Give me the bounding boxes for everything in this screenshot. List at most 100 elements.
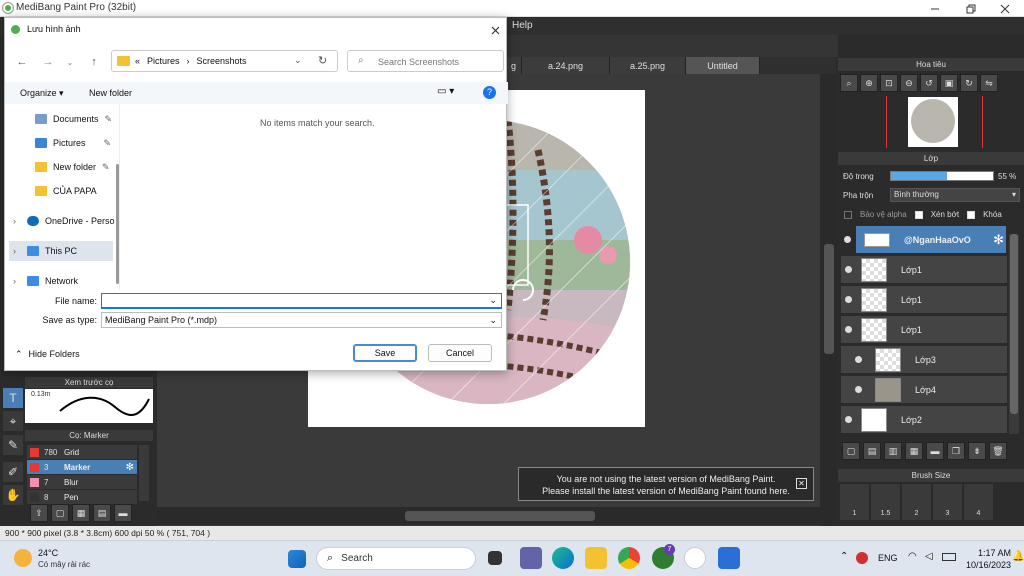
add-brush-icon[interactable]: ▦ [72, 504, 90, 522]
navigator-preview[interactable] [838, 96, 1024, 148]
back-arrow-icon[interactable]: ← [15, 55, 29, 69]
cancel-button[interactable]: Cancel [428, 344, 492, 362]
layer-row[interactable]: Lớp2 [841, 406, 1007, 434]
menu-help[interactable]: Help [512, 20, 533, 31]
brush-size-option[interactable]: 1.5 [871, 484, 900, 520]
lock-checkbox[interactable] [967, 210, 976, 219]
hide-folders-toggle[interactable]: ⌃ Hide Folders [15, 349, 80, 360]
brush-list-scrollbar[interactable] [139, 445, 149, 501]
tab-untitled[interactable]: Untitled [686, 57, 760, 74]
brush-size-option[interactable]: 2 [902, 484, 931, 520]
file-name-input[interactable]: ⌄ [101, 293, 502, 309]
chrome-icon[interactable] [618, 547, 640, 569]
flip-icon[interactable]: ⇋ [980, 74, 998, 92]
gear-icon[interactable]: ✻ [126, 462, 134, 473]
vscroll-thumb[interactable] [824, 244, 834, 354]
nav-item-cua-papa[interactable]: CỦA PAPA [35, 181, 97, 201]
eye-icon[interactable] [845, 266, 852, 273]
paint-icon[interactable] [718, 547, 740, 569]
breadcrumb-pictures[interactable]: Pictures [147, 56, 180, 66]
nav-item-pictures[interactable]: Pictures ✎ [35, 133, 111, 153]
text-tool-icon[interactable]: T [3, 388, 23, 408]
new-layer-8bit-icon[interactable]: ▤ [863, 442, 881, 460]
nav-pane-scrollbar[interactable] [116, 164, 119, 284]
brush-settings-icon[interactable]: ▤ [93, 504, 111, 522]
reset-view-icon[interactable]: ▣ [940, 74, 958, 92]
expand-chevron-icon[interactable]: › [13, 276, 27, 286]
eye-icon[interactable] [845, 416, 852, 423]
brush-size-option[interactable]: 1 [840, 484, 869, 520]
layer-row[interactable]: Lớp1 [841, 316, 1007, 344]
zoom-icon[interactable]: ⌕ [840, 74, 858, 92]
duplicate-layer-icon[interactable]: ❐ [947, 442, 965, 460]
protect-alpha-checkbox[interactable] [844, 210, 852, 219]
eye-icon[interactable] [844, 236, 851, 243]
layer-row[interactable]: Lớp4 [841, 376, 1007, 404]
brush-folder-icon[interactable]: ▬ [114, 504, 132, 522]
chevron-up-icon[interactable]: ⌃ [840, 551, 848, 562]
fit-icon[interactable]: ⊡ [880, 74, 898, 92]
gear-icon[interactable]: ✻ [993, 232, 1004, 248]
file-explorer-icon[interactable] [585, 547, 607, 569]
notifications-bell-icon[interactable]: 🔔 [1012, 551, 1024, 562]
wifi-icon[interactable]: ◠ [908, 551, 917, 562]
update-notification[interactable]: You are not using the latest version of … [518, 467, 814, 501]
up-arrow-icon[interactable]: ↑ [87, 55, 101, 69]
weather-desc[interactable]: Có mây rải rác [38, 560, 90, 569]
taskbar-search[interactable]: ⌕ Search [316, 547, 476, 570]
tab-a24[interactable]: a.24.png [522, 57, 610, 74]
canvas-vertical-scrollbar[interactable] [822, 74, 836, 526]
blend-select[interactable]: Bình thường ▾ [890, 188, 1020, 202]
layer-row[interactable]: Lớp1 [841, 286, 1007, 314]
nav-item-new-folder[interactable]: New folder ✎ [35, 157, 110, 177]
rotate-left-icon[interactable]: ↺ [920, 74, 938, 92]
breadcrumb-screenshots[interactable]: Screenshots [197, 56, 247, 66]
close-notice-button[interactable]: ✕ [796, 478, 807, 489]
address-bar[interactable]: « Pictures › Screenshots ⌄ ↻ [111, 50, 338, 72]
new-layer-1bit-icon[interactable]: ▥ [884, 442, 902, 460]
expand-chevron-icon[interactable]: › [13, 246, 27, 256]
eye-icon[interactable] [845, 326, 852, 333]
new-layer-icon[interactable]: ▢ [842, 442, 860, 460]
language-indicator[interactable]: ENG [878, 553, 898, 563]
brush-list-item[interactable]: 7 Blur [27, 475, 137, 489]
nav-item-network[interactable]: › Network [13, 271, 78, 291]
tab-g[interactable]: g [506, 57, 522, 74]
brush-list-item[interactable]: 8 Pen [27, 490, 137, 504]
add-layer-menu-icon[interactable]: ▦ [905, 442, 923, 460]
folder-icon[interactable]: ▬ [926, 442, 944, 460]
edge-icon[interactable] [552, 547, 574, 569]
eye-icon[interactable] [845, 296, 852, 303]
hand-tool-icon[interactable]: ✋ [3, 485, 23, 505]
brush-list-item[interactable]: 3 Marker ✻ [27, 460, 137, 474]
trash-icon[interactable]: 🗑 [989, 442, 1007, 460]
close-dialog-button[interactable] [487, 22, 503, 38]
chevron-down-icon[interactable]: ⌄ [294, 55, 302, 66]
nav-item-onedrive[interactable]: › OneDrive - Perso [13, 211, 115, 231]
layers-scrollbar[interactable] [1009, 234, 1019, 434]
brush-size-option[interactable]: 3 [933, 484, 962, 520]
merge-layer-icon[interactable]: ⇟ [968, 442, 986, 460]
organize-button[interactable]: Organize ▾ [20, 88, 64, 99]
brush-tool-icon[interactable]: ✐ [3, 462, 23, 482]
antivirus-icon[interactable] [856, 552, 868, 564]
breadcrumb-overflow[interactable]: « [135, 56, 140, 66]
layer-row[interactable]: Lớp3 [841, 346, 1007, 374]
nav-item-documents[interactable]: Documents ✎ [35, 109, 112, 129]
search-box[interactable]: ⌕ Search Screenshots [347, 50, 504, 72]
select-tool-icon[interactable]: ⌖ [3, 411, 23, 431]
close-app-button[interactable] [988, 0, 1022, 17]
opacity-slider[interactable] [890, 171, 994, 181]
rotate-right-icon[interactable]: ↻ [960, 74, 978, 92]
medibang-icon[interactable] [684, 547, 706, 569]
battery-icon[interactable] [942, 553, 956, 561]
view-options-icon[interactable]: ▭ ▾ [437, 86, 454, 97]
eye-icon[interactable] [855, 386, 862, 393]
new-brush-icon[interactable]: ▢ [51, 504, 69, 522]
teams-icon[interactable] [520, 547, 542, 569]
refresh-icon[interactable]: ↻ [318, 54, 327, 67]
new-folder-button[interactable]: New folder [89, 88, 132, 98]
volume-icon[interactable]: ◁ [925, 551, 933, 562]
eyedropper-icon[interactable]: ✎ [3, 435, 23, 455]
hscroll-thumb[interactable] [405, 511, 595, 521]
